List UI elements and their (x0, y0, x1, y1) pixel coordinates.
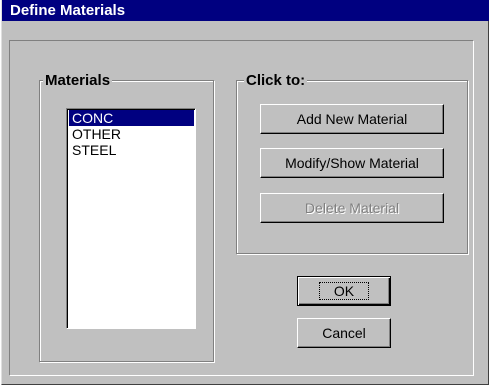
materials-list: CONC OTHER STEEL (68, 110, 195, 158)
add-new-material-button[interactable]: Add New Material (260, 104, 444, 134)
material-list-item[interactable]: STEEL (69, 142, 194, 158)
materials-listbox[interactable]: CONC OTHER STEEL (66, 108, 196, 329)
cancel-button[interactable]: Cancel (297, 318, 391, 348)
modify-show-material-button[interactable]: Modify/Show Material (260, 148, 444, 178)
materials-group-label: Materials (43, 72, 113, 89)
click-to-group-label: Click to: (244, 72, 308, 89)
material-list-item[interactable]: CONC (69, 110, 194, 126)
ok-button[interactable]: OK (297, 276, 391, 306)
material-list-item[interactable]: OTHER (69, 126, 194, 142)
define-materials-dialog: Define Materials Materials CONC OTHER STEE… (1, 0, 489, 385)
ok-button-label: OK (318, 282, 370, 300)
delete-material-button[interactable]: Delete Material (260, 193, 444, 223)
dialog-title[interactable]: Define Materials (2, 0, 489, 21)
